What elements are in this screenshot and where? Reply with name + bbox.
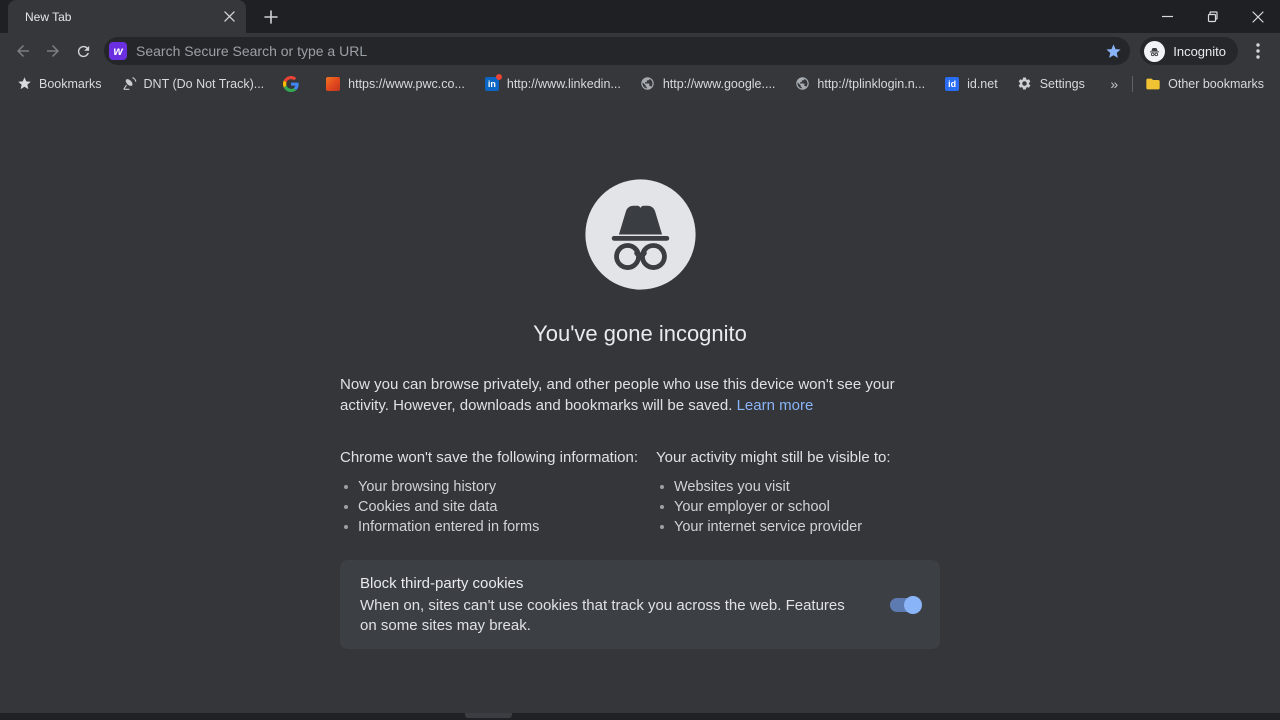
- bookmark-label: Settings: [1040, 77, 1085, 91]
- folder-icon: [1145, 76, 1161, 92]
- toolbar: w Incognito: [0, 33, 1280, 69]
- incognito-avatar-icon: [1144, 41, 1165, 62]
- globe-icon: [640, 76, 656, 92]
- address-input[interactable]: [136, 43, 1105, 59]
- bookmark-label: http://www.linkedin...: [507, 77, 621, 91]
- secure-search-favicon: w: [109, 42, 127, 60]
- bookmark-item-google[interactable]: [283, 73, 306, 95]
- tab-close-icon[interactable]: [220, 8, 238, 26]
- bookmark-label: http://www.google....: [663, 77, 776, 91]
- restore-button[interactable]: [1190, 0, 1235, 33]
- list-item: Your employer or school: [656, 497, 940, 517]
- browser-window: New Tab: [0, 0, 1280, 720]
- linkedin-icon: in: [484, 76, 500, 92]
- list-item: Cookies and site data: [340, 497, 656, 517]
- bookmarks-bar-right: » Other bookmarks: [1110, 73, 1268, 95]
- info-columns: Chrome won't save the following informat…: [340, 448, 940, 537]
- globe-icon: [794, 76, 810, 92]
- minimize-button[interactable]: [1145, 0, 1190, 33]
- other-bookmarks-label: Other bookmarks: [1168, 77, 1264, 91]
- bookmarks-bar: Bookmarks DNT (Do Not Track)...: [0, 69, 1280, 98]
- visible-to-list: Websites you visit Your employer or scho…: [656, 477, 940, 537]
- wont-save-list: Your browsing history Cookies and site d…: [340, 477, 656, 537]
- tab-strip: New Tab: [0, 0, 1280, 33]
- bookmark-item-settings[interactable]: Settings: [1017, 73, 1085, 95]
- window-controls: [1145, 0, 1280, 33]
- bookmark-item-idnet[interactable]: id id.net: [944, 73, 998, 95]
- bookmarks-overflow-chevron[interactable]: »: [1110, 76, 1118, 92]
- reload-button[interactable]: [68, 36, 98, 66]
- bookmark-label: id.net: [967, 77, 998, 91]
- gear-icon: [1017, 76, 1033, 92]
- intro-paragraph: Now you can browse privately, and other …: [340, 374, 940, 416]
- bottom-strip-highlight: [465, 713, 512, 718]
- close-button[interactable]: [1235, 0, 1280, 33]
- cookies-card-title: Block third-party cookies: [360, 574, 866, 594]
- bookmark-label: https://www.pwc.co...: [348, 77, 465, 91]
- bookmark-label: http://tplinklogin.n...: [817, 77, 925, 91]
- menu-kebab-icon[interactable]: [1244, 37, 1272, 65]
- bookmark-item-bookmarks[interactable]: Bookmarks: [16, 73, 102, 95]
- omnibox[interactable]: w: [104, 37, 1130, 65]
- forward-button[interactable]: [38, 36, 68, 66]
- incognito-badge-label: Incognito: [1173, 44, 1226, 59]
- incognito-new-tab-page: You've gone incognito Now you can browse…: [0, 98, 1280, 713]
- list-item: Your browsing history: [340, 477, 656, 497]
- cookies-card-description: When on, sites can't use cookies that tr…: [360, 596, 865, 636]
- bookmark-item-tplink[interactable]: http://tplinklogin.n...: [794, 73, 925, 95]
- tab-new-tab[interactable]: New Tab: [8, 0, 246, 33]
- google-icon: [283, 76, 299, 92]
- bookmark-item-google-url[interactable]: http://www.google....: [640, 73, 776, 95]
- other-bookmarks-button[interactable]: Other bookmarks: [1145, 73, 1264, 95]
- list-item: Your internet service provider: [656, 517, 940, 537]
- third-party-cookies-card: Block third-party cookies When on, sites…: [340, 560, 940, 649]
- bookmark-item-pwc[interactable]: https://www.pwc.co...: [325, 73, 465, 95]
- bookmark-label: Bookmarks: [39, 77, 102, 91]
- pwc-favicon: [325, 76, 341, 92]
- bookmark-item-dnt[interactable]: DNT (Do Not Track)...: [121, 73, 265, 95]
- list-item: Websites you visit: [656, 477, 940, 497]
- star-icon: [16, 76, 32, 92]
- incognito-spy-icon: [583, 177, 698, 292]
- wont-save-title: Chrome won't save the following informat…: [340, 448, 656, 468]
- satellite-dish-icon: [121, 76, 137, 92]
- bottom-frame-strip: [0, 713, 1280, 720]
- bookmark-label: DNT (Do Not Track)...: [144, 77, 265, 91]
- new-tab-button[interactable]: [258, 5, 284, 29]
- visible-to-column: Your activity might still be visible to:…: [656, 448, 940, 537]
- toggle-thumb: [904, 596, 922, 614]
- incognito-badge[interactable]: Incognito: [1140, 37, 1238, 65]
- bookmarks-divider: [1132, 76, 1133, 92]
- third-party-cookies-toggle[interactable]: [890, 598, 920, 612]
- page-title: You've gone incognito: [340, 321, 940, 347]
- bookmark-star-icon[interactable]: [1105, 43, 1122, 60]
- idnet-favicon: id: [944, 76, 960, 92]
- cookies-card-text: Block third-party cookies When on, sites…: [360, 574, 890, 636]
- learn-more-link[interactable]: Learn more: [737, 397, 814, 414]
- back-button[interactable]: [8, 36, 38, 66]
- tab-title: New Tab: [25, 10, 220, 24]
- visible-to-title: Your activity might still be visible to:: [656, 448, 940, 468]
- list-item: Information entered in forms: [340, 517, 656, 537]
- wont-save-column: Chrome won't save the following informat…: [340, 448, 656, 537]
- bookmark-item-linkedin[interactable]: in http://www.linkedin...: [484, 73, 621, 95]
